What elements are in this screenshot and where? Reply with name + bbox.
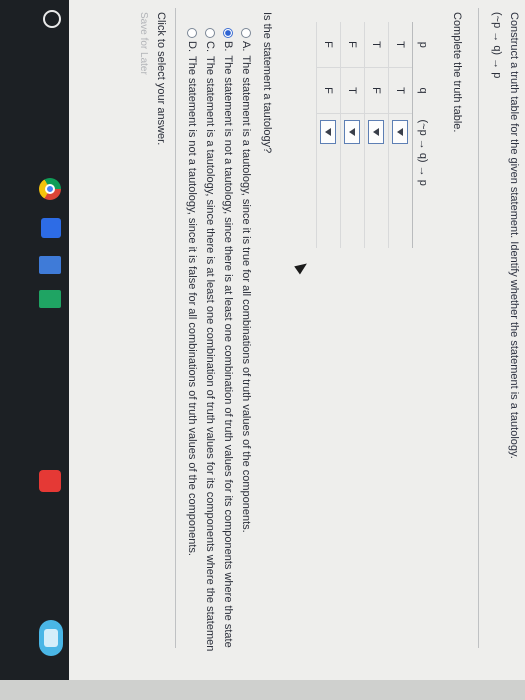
table-row: F T	[340, 22, 365, 248]
cell-p: T	[388, 22, 413, 68]
truth-table-label: Complete the truth table.	[451, 12, 463, 133]
truth-value-dropdown[interactable]	[368, 120, 385, 144]
header-q: q	[412, 67, 433, 114]
table-row: T T	[388, 22, 413, 248]
header-statement: (~p → q) → p	[412, 113, 433, 248]
truth-value-dropdown[interactable]	[392, 120, 409, 144]
cell-q: F	[316, 67, 341, 114]
option-text: The statement is not a tautology, since …	[186, 56, 198, 556]
radio-button-selected[interactable]	[222, 28, 233, 38]
os-shelf	[0, 0, 69, 680]
truth-value-dropdown[interactable]	[320, 120, 337, 144]
cell-p: F	[316, 22, 341, 68]
dropdown-caret-icon	[349, 128, 356, 136]
files-icon[interactable]	[41, 218, 61, 238]
option-letter: B.	[222, 41, 234, 52]
option-text: The statement is not a tautology, since …	[222, 55, 234, 648]
question-panel: Construct a truth table for the given st…	[0, 0, 525, 680]
cell-q: T	[388, 67, 413, 114]
option-b[interactable]: B. The statement is not a tautology, sinc…	[222, 28, 234, 648]
dropdown-caret-icon	[397, 128, 404, 136]
click-to-select-hint: Click to select your answer.	[155, 12, 167, 146]
header-p: p	[412, 22, 433, 68]
option-text: The statement is a tautology, since it i…	[240, 55, 252, 533]
cell-q: T	[340, 67, 365, 114]
table-row: T F	[364, 22, 389, 248]
option-text: The statement is a tautology, since ther…	[204, 56, 216, 652]
dropdown-caret-icon	[325, 128, 332, 136]
option-d[interactable]: D. The statement is not a tautology, sinc…	[186, 28, 198, 556]
launcher-icon[interactable]	[43, 10, 61, 28]
option-c[interactable]: C. The statement is a tautology, since th…	[204, 28, 216, 651]
docs-icon[interactable]	[39, 256, 61, 274]
status-tray-icon[interactable]	[39, 620, 63, 656]
dropdown-caret-icon	[373, 128, 380, 136]
statement-expression: (~p → q) → p	[491, 12, 503, 79]
cell-p: T	[364, 22, 389, 68]
mouse-pointer-icon	[294, 259, 310, 275]
option-letter: C.	[204, 41, 216, 52]
chrome-icon[interactable]	[39, 178, 61, 200]
radio-button[interactable]	[186, 28, 197, 38]
divider	[478, 8, 479, 648]
option-letter: D.	[186, 41, 198, 52]
truth-table: p q (~p → q) → p T T T F F T F F	[316, 22, 433, 248]
radio-button[interactable]	[204, 28, 215, 38]
save-for-later-button[interactable]: Save for Later	[138, 12, 149, 75]
tautology-question: Is the statement a tautology?	[261, 12, 273, 154]
cell-p: F	[340, 22, 365, 68]
truth-value-dropdown[interactable]	[344, 120, 361, 144]
play-store-icon[interactable]	[39, 470, 61, 492]
cell-q: F	[364, 67, 389, 114]
screen: Construct a truth table for the given st…	[0, 0, 525, 680]
option-a[interactable]: A. The statement is a tautology, since it…	[240, 28, 252, 533]
divider	[175, 8, 176, 648]
option-letter: A.	[240, 41, 252, 52]
radio-button[interactable]	[240, 28, 251, 38]
table-row: F F	[316, 22, 341, 248]
sheets-icon[interactable]	[39, 290, 61, 308]
instruction-text: Construct a truth table for the given st…	[508, 12, 520, 459]
